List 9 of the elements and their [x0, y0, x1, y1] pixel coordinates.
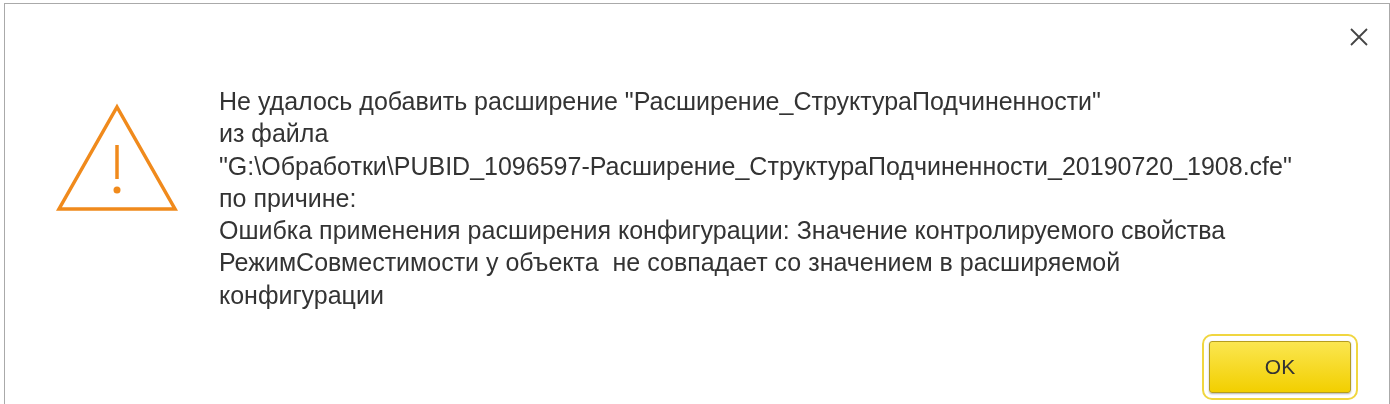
message-line: РежимСовместимости у объекта не совпадает со значением в расширяемой	[219, 247, 1122, 279]
message-line: по причине:	[219, 182, 358, 214]
message-line: конфигурации	[219, 279, 385, 311]
message-line: "G:\Обработки\PUBID_1096597-Расширение_СтруктураПодчиненности_20190720_1908.cfe"	[219, 150, 1292, 182]
message-line: Ошибка применения расширения конфигурации: Значение контролируемого свойства	[219, 215, 1227, 247]
warning-icon	[55, 103, 179, 213]
message-line: Не удалось добавить расширение "Расширение_СтруктураПодчиненности"	[219, 86, 1102, 117]
message-line: из файла	[219, 118, 330, 150]
close-icon[interactable]	[1349, 27, 1369, 47]
